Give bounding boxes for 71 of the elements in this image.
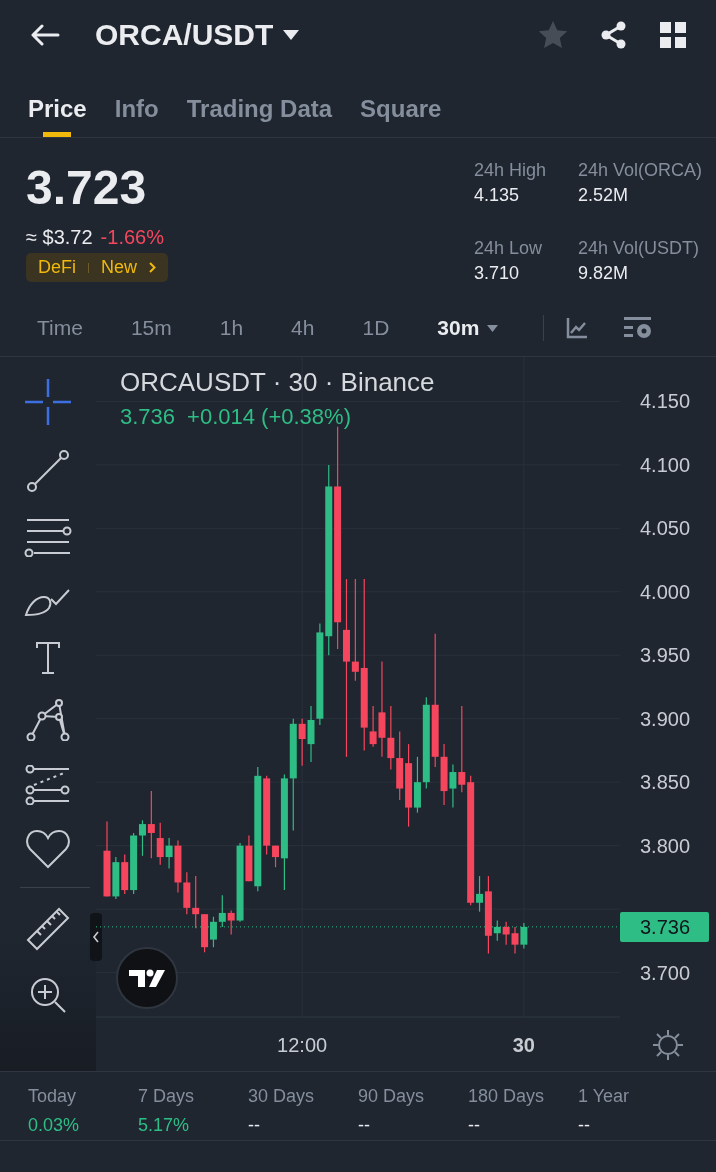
brightness-icon[interactable]: [652, 1029, 684, 1061]
star-icon[interactable]: [538, 21, 568, 49]
caret-down-icon[interactable]: [283, 30, 300, 40]
tab[interactable]: Square: [360, 70, 442, 137]
heart-icon[interactable]: [25, 829, 71, 869]
stat-label: 24h Vol(ORCA): [578, 160, 704, 181]
pattern-icon[interactable]: [25, 699, 71, 741]
period-change: 0.03%: [28, 1115, 81, 1136]
line-tool-icon[interactable]: [26, 449, 70, 493]
collapse-handle-icon[interactable]: [90, 913, 102, 961]
tag-label: DeFi: [38, 257, 76, 278]
tab[interactable]: Info: [114, 70, 159, 137]
tag-label: New: [101, 257, 138, 278]
stat-label: 24h Vol(USDT): [578, 238, 701, 259]
period-change: 5.17%: [138, 1115, 191, 1136]
period-change: --: [578, 1115, 591, 1136]
stat-label: 24h Low: [474, 238, 544, 259]
interval-tab[interactable]: 4h: [276, 316, 330, 340]
stat-value: 3.710: [474, 263, 521, 284]
tab[interactable]: Trading Data: [186, 70, 333, 137]
horizontal-lines-icon[interactable]: [24, 517, 72, 557]
y-axis-label: 3.900: [640, 707, 691, 730]
interval-tab[interactable]: 1h: [204, 316, 259, 340]
stat-value: 9.82M: [578, 263, 630, 284]
ruler-icon[interactable]: [25, 906, 71, 952]
y-axis-label: 3.950: [640, 644, 691, 667]
stat-value: 2.52M: [578, 185, 630, 206]
y-axis-label: 4.050: [640, 517, 691, 540]
interval-tab[interactable]: 30m: [422, 316, 514, 340]
tags-chip[interactable]: DeFi New: [26, 253, 169, 282]
period-label: 180 Days: [468, 1086, 546, 1107]
period-change: --: [248, 1115, 261, 1136]
interval-tab[interactable]: Time: [22, 316, 98, 340]
y-axis-label: 4.100: [640, 453, 691, 476]
chart-change: +0.014 (+0.38%): [187, 404, 351, 430]
share-icon[interactable]: [600, 21, 628, 49]
period-label: 7 Days: [138, 1086, 196, 1107]
y-axis-label: 4.000: [640, 580, 691, 603]
chart-settings-icon[interactable]: [624, 316, 653, 340]
grid-icon[interactable]: [660, 22, 686, 48]
price-change: -1.66%: [100, 226, 164, 249]
period-label: Today: [28, 1086, 78, 1107]
y-axis-label: 3.700: [640, 961, 691, 984]
tab[interactable]: Price: [28, 70, 87, 137]
x-axis-label: 30: [512, 1034, 535, 1056]
crosshair-icon[interactable]: [25, 379, 71, 425]
y-axis-label: 3.850: [640, 771, 691, 794]
last-price: 3.723: [26, 160, 148, 216]
text-tool-icon[interactable]: [35, 641, 61, 675]
chevron-right-icon: [149, 262, 157, 273]
period-label: 90 Days: [358, 1086, 426, 1107]
period-change: --: [468, 1115, 481, 1136]
period-change: --: [358, 1115, 371, 1136]
y-axis-label: 4.150: [640, 390, 691, 413]
chart-last-price: 3.736: [120, 404, 176, 430]
price-tag: 3.736: [620, 911, 709, 942]
dotted-lines-icon[interactable]: [25, 765, 71, 805]
y-axis-label: 3.800: [640, 834, 691, 857]
zoom-in-icon[interactable]: [29, 976, 67, 1014]
stat-label: 24h High: [474, 160, 548, 181]
chart-title: ORCAUSDT · 30 · Binance: [120, 367, 435, 398]
interval-tab[interactable]: 15m: [115, 316, 187, 340]
x-axis-label: 12:00: [277, 1034, 328, 1056]
fiat-price: ≈ $3.72: [26, 226, 93, 249]
period-label: 30 Days: [248, 1086, 316, 1107]
chart-indicator-icon[interactable]: [566, 317, 589, 339]
interval-tab[interactable]: 1D: [347, 316, 405, 340]
back-arrow-icon[interactable]: [30, 24, 60, 46]
period-label: 1 Year: [578, 1086, 631, 1107]
pair-title[interactable]: ORCA/USDT: [95, 18, 274, 52]
stat-value: 4.135: [474, 185, 521, 206]
